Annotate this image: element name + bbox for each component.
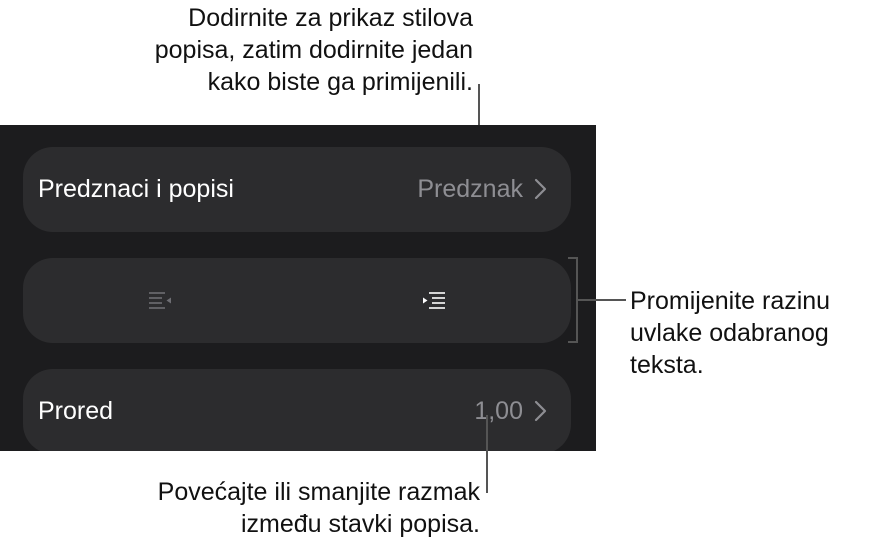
bullets-and-lists-value: Predznak	[417, 175, 523, 203]
indent-icon	[423, 291, 445, 309]
line-spacing-value: 1,00	[474, 397, 523, 425]
indent-level-row	[23, 258, 571, 343]
bullets-and-lists-label: Predznaci i popisi	[38, 175, 234, 203]
decrease-indent-button[interactable]	[23, 258, 297, 343]
format-panel: Predznaci i popisi Predznak Prored 1,00	[0, 125, 596, 451]
bracket-line-top	[568, 257, 578, 259]
annotated-screenshot: Dodirnite za prikaz stilova popisa, zati…	[0, 0, 872, 543]
callout-bullets-line-3: kako biste ga primijenili.	[207, 68, 473, 96]
leader-line-spacing	[486, 415, 488, 493]
callout-spacing: Povećajte ili smanjite razmak između sta…	[158, 476, 480, 540]
chevron-right-icon	[534, 178, 547, 200]
bracket-line-bottom	[568, 341, 578, 343]
leader-line-indent	[578, 299, 626, 301]
callout-bullets-line-2: popisa, zatim dodirnite jedan	[154, 36, 473, 64]
callout-bullets: Dodirnite za prikaz stilova popisa, zati…	[155, 2, 473, 98]
callout-indent: Promijenite razinu uvlake odabranog teks…	[630, 285, 830, 381]
line-spacing-row[interactable]: Prored 1,00	[23, 369, 571, 451]
callout-indent-line-1: Promijenite razinu	[630, 287, 831, 315]
callout-bullets-line-1: Dodirnite za prikaz stilova	[188, 4, 473, 32]
line-spacing-label: Prored	[38, 397, 114, 425]
callout-spacing-line-2: između stavki popisa.	[240, 510, 480, 538]
bullets-and-lists-row[interactable]: Predznaci i popisi Predznak	[23, 147, 571, 232]
callout-indent-line-2: uvlake odabranog	[630, 319, 829, 347]
outdent-icon	[149, 291, 171, 309]
callout-indent-line-3: teksta.	[630, 351, 704, 379]
increase-indent-button[interactable]	[297, 258, 571, 343]
callout-spacing-line-1: Povećajte ili smanjite razmak	[157, 478, 480, 506]
chevron-right-icon	[534, 400, 547, 422]
